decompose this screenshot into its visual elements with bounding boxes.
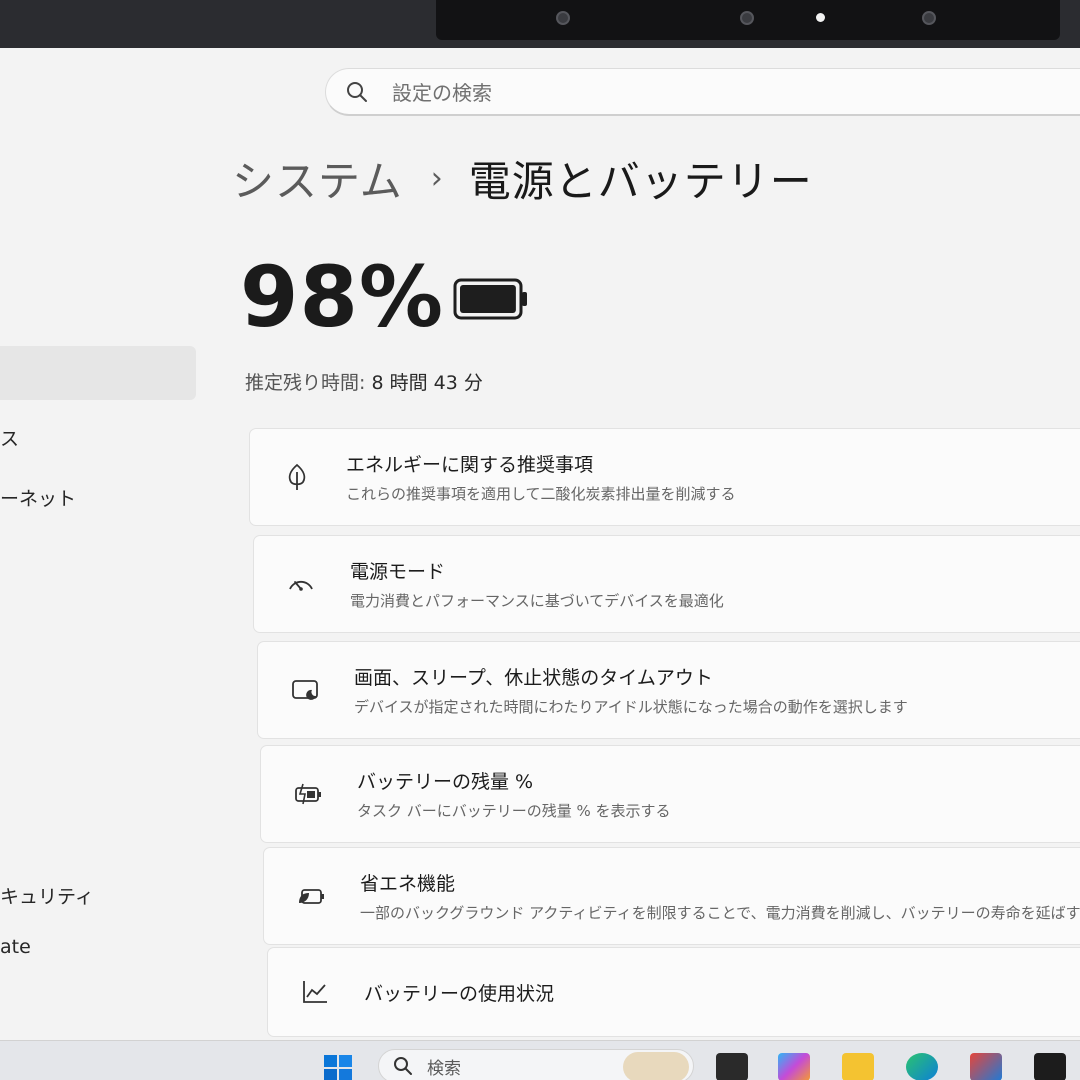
settings-search-input[interactable]: 設定の検索 (325, 68, 1080, 116)
card-battery-usage[interactable]: バッテリーの使用状況 (267, 947, 1080, 1037)
camera-strip (436, 0, 1060, 40)
sidebar-item[interactable]: ス (0, 424, 19, 451)
settings-window: ス ーネット キュリティ ate 設定の検索 システム › 電源とバッテリー 9… (0, 48, 1080, 1040)
search-placeholder: 設定の検索 (392, 81, 492, 105)
card-description: 一部のバックグラウンド アクティビティを制限することで、電力消費を削減し、バッテ… (360, 904, 1080, 922)
camera-led-icon (816, 13, 825, 22)
sensor-icon (556, 11, 570, 25)
remaining-time-label: 推定残り時間: (245, 372, 366, 394)
screen-bezel (0, 0, 1080, 48)
sensor-icon (740, 11, 754, 25)
windows-start-icon[interactable] (322, 1053, 354, 1080)
card-title: 画面、スリープ、休止状態のタイムアウト (354, 667, 713, 689)
card-description: これらの推奨事項を適用して二酸化炭素排出量を削減する (346, 485, 736, 503)
remaining-time: 推定残り時間: 8 時間 43 分 (245, 368, 483, 395)
card-title: 省エネ機能 (360, 873, 456, 895)
remaining-time-value: 8 時間 43 分 (371, 372, 483, 394)
sidebar-item-network[interactable]: ーネット (0, 484, 76, 511)
card-screen-sleep-timeout[interactable]: 画面、スリープ、休止状態のタイムアウト デバイスが指定された時間にわたりアイドル… (257, 641, 1080, 739)
battery-percentage: 98% (240, 248, 445, 346)
search-icon (394, 1057, 412, 1075)
battery-charging-icon (295, 783, 321, 805)
file-explorer-icon[interactable] (842, 1053, 874, 1080)
camera-icon (922, 11, 936, 25)
battery-icon (453, 278, 527, 320)
store-icon[interactable] (970, 1053, 1002, 1080)
screen-sleep-icon (292, 680, 318, 700)
chevron-right-icon: › (430, 161, 443, 196)
breadcrumb-parent[interactable]: システム (232, 148, 403, 209)
battery-saver-icon (299, 889, 324, 904)
search-icon (347, 81, 367, 102)
leaf-icon (288, 463, 306, 490)
taskbar: 検索 (0, 1040, 1080, 1080)
page-title: 電源とバッテリー (468, 157, 813, 206)
gauge-icon (289, 580, 313, 591)
sidebar-selected-item[interactable] (0, 346, 196, 400)
sidebar: ス ーネット キュリティ ate (0, 48, 210, 1040)
card-title: エネルギーに関する推奨事項 (346, 454, 594, 476)
card-title: バッテリーの残量 % (357, 771, 534, 793)
battery-level-fill (460, 285, 516, 313)
chart-icon (303, 981, 327, 1003)
card-description: 電力消費とパフォーマンスに基づいてデバイスを最適化 (350, 592, 724, 610)
sidebar-item-update[interactable]: ate (0, 936, 31, 958)
card-description: デバイスが指定された時間にわたりアイドル状態になった場合の動作を選択します (354, 698, 908, 716)
edge-browser-icon[interactable] (906, 1053, 938, 1080)
taskbar-search[interactable]: 検索 (378, 1049, 694, 1080)
card-title: バッテリーの使用状況 (364, 982, 555, 1005)
card-power-mode[interactable]: 電源モード 電力消費とパフォーマンスに基づいてデバイスを最適化 (253, 535, 1080, 633)
taskbar-search-label: 検索 (427, 1058, 461, 1079)
card-energy-recommendations[interactable]: エネルギーに関する推奨事項 これらの推奨事項を適用して二酸化炭素排出量を削減する (249, 428, 1080, 526)
sidebar-item-security[interactable]: キュリティ (0, 882, 94, 909)
search-highlight-icon (623, 1052, 689, 1080)
copilot-icon[interactable] (778, 1053, 810, 1080)
card-description: タスク バーにバッテリーの残量 % を表示する (357, 802, 671, 820)
breadcrumb: システム › 電源とバッテリー (232, 148, 813, 209)
card-battery-saver[interactable]: 省エネ機能 一部のバックグラウンド アクティビティを制限することで、電力消費を削… (263, 847, 1080, 945)
task-view-icon[interactable] (716, 1053, 748, 1080)
card-title: 電源モード (350, 561, 446, 583)
card-battery-percentage[interactable]: バッテリーの残量 % タスク バーにバッテリーの残量 % を表示する (260, 745, 1080, 843)
terminal-icon[interactable] (1034, 1053, 1066, 1080)
